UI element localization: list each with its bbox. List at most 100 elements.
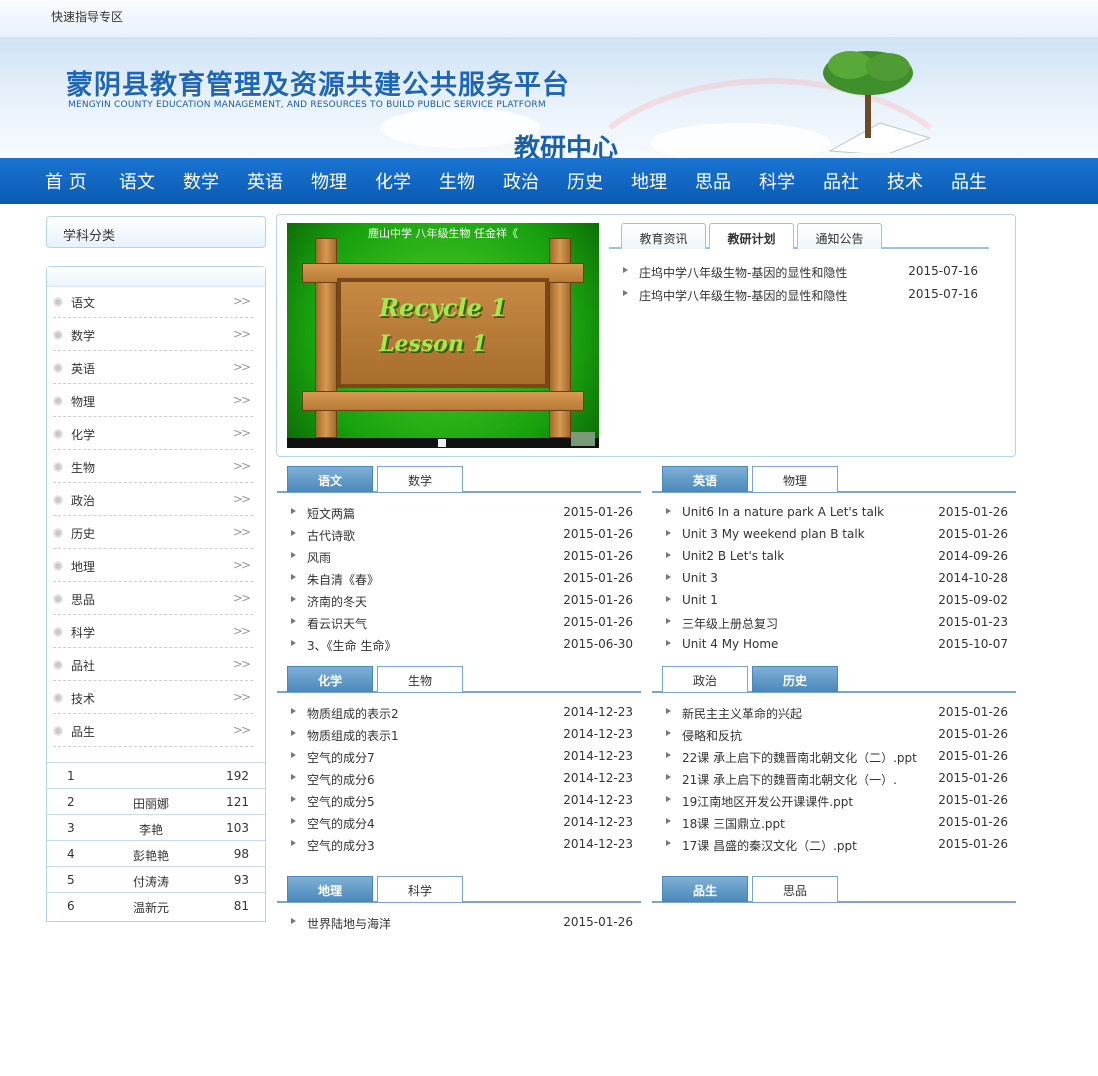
play-icon[interactable]: [438, 439, 446, 447]
panel-tab[interactable]: 政治: [662, 666, 748, 692]
item-title[interactable]: 新民主主义革命的兴起: [682, 705, 802, 722]
list-item[interactable]: 空气的成分4 2014-12-23: [291, 813, 633, 833]
panel-tab[interactable]: 历史: [752, 666, 838, 692]
panel-tab[interactable]: 语文: [287, 466, 373, 492]
subject-label[interactable]: 数学: [71, 327, 95, 344]
panel-tab[interactable]: 品生: [662, 876, 748, 902]
item-title[interactable]: 朱自清《春》: [307, 571, 379, 588]
nav-item-technology[interactable]: 技术: [887, 168, 923, 194]
double-chevron-icon[interactable]: >>: [233, 558, 251, 572]
fullscreen-icon[interactable]: [571, 432, 595, 446]
item-title[interactable]: 风雨: [307, 549, 331, 566]
double-chevron-icon[interactable]: >>: [233, 426, 251, 440]
list-item[interactable]: 空气的成分5 2014-12-23: [291, 791, 633, 811]
subject-label[interactable]: 品社: [71, 657, 95, 674]
sidebar-subject-item[interactable]: 数学 >>: [53, 318, 253, 351]
panel-tab[interactable]: 化学: [287, 666, 373, 692]
list-item[interactable]: 17课 昌盛的秦汉文化（二）.ppt 2015-01-26: [666, 835, 1008, 855]
panel-tab[interactable]: 物理: [752, 466, 838, 492]
sidebar-subject-item[interactable]: 技术 >>: [53, 681, 253, 714]
double-chevron-icon[interactable]: >>: [233, 525, 251, 539]
sidebar-subject-item[interactable]: 化学 >>: [53, 417, 253, 450]
item-title[interactable]: 三年级上册总复习: [682, 615, 778, 632]
list-item[interactable]: 22课 承上启下的魏晋南北朝文化（二）.ppt 2015-01-26: [666, 747, 1008, 767]
subject-label[interactable]: 政治: [71, 492, 95, 509]
double-chevron-icon[interactable]: >>: [233, 327, 251, 341]
panel-tab[interactable]: 科学: [377, 876, 463, 902]
sidebar-subject-item[interactable]: 品生 >>: [53, 714, 253, 747]
double-chevron-icon[interactable]: >>: [233, 360, 251, 374]
double-chevron-icon[interactable]: >>: [233, 492, 251, 506]
news-title[interactable]: 庄坞中学八年级生物-基因的显性和隐性: [639, 264, 847, 281]
item-title[interactable]: 看云识天气: [307, 615, 367, 632]
list-item[interactable]: 侵略和反抗 2015-01-26: [666, 725, 1008, 745]
list-item[interactable]: 世界陆地与海洋 2015-01-26: [291, 913, 633, 933]
panel-tab[interactable]: 思品: [752, 876, 838, 902]
list-item[interactable]: 空气的成分7 2014-12-23: [291, 747, 633, 767]
sidebar-subject-item[interactable]: 品社 >>: [53, 648, 253, 681]
video-control-bar[interactable]: [287, 432, 599, 448]
list-item[interactable]: 新民主主义革命的兴起 2015-01-26: [666, 703, 1008, 723]
item-title[interactable]: 17课 昌盛的秦汉文化（二）.ppt: [682, 837, 857, 854]
nav-item-social[interactable]: 品社: [823, 168, 859, 194]
nav-item-history[interactable]: 历史: [567, 168, 603, 194]
double-chevron-icon[interactable]: >>: [233, 624, 251, 638]
subject-label[interactable]: 科学: [71, 624, 95, 641]
double-chevron-icon[interactable]: >>: [233, 690, 251, 704]
item-title[interactable]: 古代诗歌: [307, 527, 355, 544]
item-title[interactable]: 物质组成的表示2: [307, 705, 399, 722]
double-chevron-icon[interactable]: >>: [233, 591, 251, 605]
list-item[interactable]: 3、《生命 生命》 2015-06-30: [291, 635, 633, 655]
list-item[interactable]: 看云识天气 2015-01-26: [291, 613, 633, 633]
subject-label[interactable]: 品生: [71, 723, 95, 740]
sidebar-subject-item[interactable]: 科学 >>: [53, 615, 253, 648]
sidebar-subject-item[interactable]: 思品 >>: [53, 582, 253, 615]
item-title[interactable]: 世界陆地与海洋: [307, 915, 391, 932]
list-item[interactable]: 物质组成的表示1 2014-12-23: [291, 725, 633, 745]
item-title[interactable]: Unit2 B Let's talk: [682, 549, 784, 563]
item-title[interactable]: 空气的成分3: [307, 837, 375, 854]
panel-tab[interactable]: 地理: [287, 876, 373, 902]
nav-item-chinese[interactable]: 语文: [119, 168, 155, 194]
nav-item-english[interactable]: 英语: [247, 168, 283, 194]
item-title[interactable]: Unit 3: [682, 571, 718, 585]
list-item[interactable]: Unit 3 2014-10-28: [666, 569, 1008, 589]
double-chevron-icon[interactable]: >>: [233, 657, 251, 671]
tab-notices[interactable]: 通知公告: [797, 223, 882, 249]
tab-research-plan[interactable]: 教研计划: [709, 223, 794, 249]
nav-item-chemistry[interactable]: 化学: [375, 168, 411, 194]
subject-label[interactable]: 生物: [71, 459, 95, 476]
double-chevron-icon[interactable]: >>: [233, 723, 251, 737]
quick-guide-link[interactable]: 快速指导专区: [51, 8, 123, 25]
item-title[interactable]: 空气的成分7: [307, 749, 375, 766]
nav-item-science[interactable]: 科学: [759, 168, 795, 194]
subject-label[interactable]: 英语: [71, 360, 95, 377]
item-title[interactable]: 短文两篇: [307, 505, 355, 522]
list-item[interactable]: 古代诗歌 2015-01-26: [291, 525, 633, 545]
list-item[interactable]: 物质组成的表示2 2014-12-23: [291, 703, 633, 723]
list-item[interactable]: 风雨 2015-01-26: [291, 547, 633, 567]
subject-label[interactable]: 化学: [71, 426, 95, 443]
double-chevron-icon[interactable]: >>: [233, 459, 251, 473]
list-item[interactable]: 三年级上册总复习 2015-01-23: [666, 613, 1008, 633]
nav-item-ideology[interactable]: 思品: [695, 168, 731, 194]
item-title[interactable]: Unit 4 My Home: [682, 637, 778, 651]
sidebar-subject-item[interactable]: 物理 >>: [53, 384, 253, 417]
item-title[interactable]: 侵略和反抗: [682, 727, 742, 744]
list-item[interactable]: 21课 承上启下的魏晋南北朝文化（一）. 2015-01-26: [666, 769, 1008, 789]
item-title[interactable]: Unit 1: [682, 593, 718, 607]
item-title[interactable]: 19江南地区开发公开课课件.ppt: [682, 793, 853, 810]
item-title[interactable]: 济南的冬天: [307, 593, 367, 610]
news-item[interactable]: 庄坞中学八年级生物-基因的显性和隐性 2015-07-16: [623, 285, 978, 305]
nav-item-politics[interactable]: 政治: [503, 168, 539, 194]
tab-education-news[interactable]: 教育资讯: [621, 223, 706, 249]
list-item[interactable]: 短文两篇 2015-01-26: [291, 503, 633, 523]
subject-label[interactable]: 物理: [71, 393, 95, 410]
item-title[interactable]: 22课 承上启下的魏晋南北朝文化（二）.ppt: [682, 749, 917, 766]
subject-label[interactable]: 技术: [71, 690, 95, 707]
subject-label[interactable]: 地理: [71, 558, 95, 575]
nav-item-math[interactable]: 数学: [183, 168, 219, 194]
nav-item-life[interactable]: 品生: [951, 168, 987, 194]
nav-item-geography[interactable]: 地理: [631, 168, 667, 194]
item-title[interactable]: 18课 三国鼎立.ppt: [682, 815, 785, 832]
